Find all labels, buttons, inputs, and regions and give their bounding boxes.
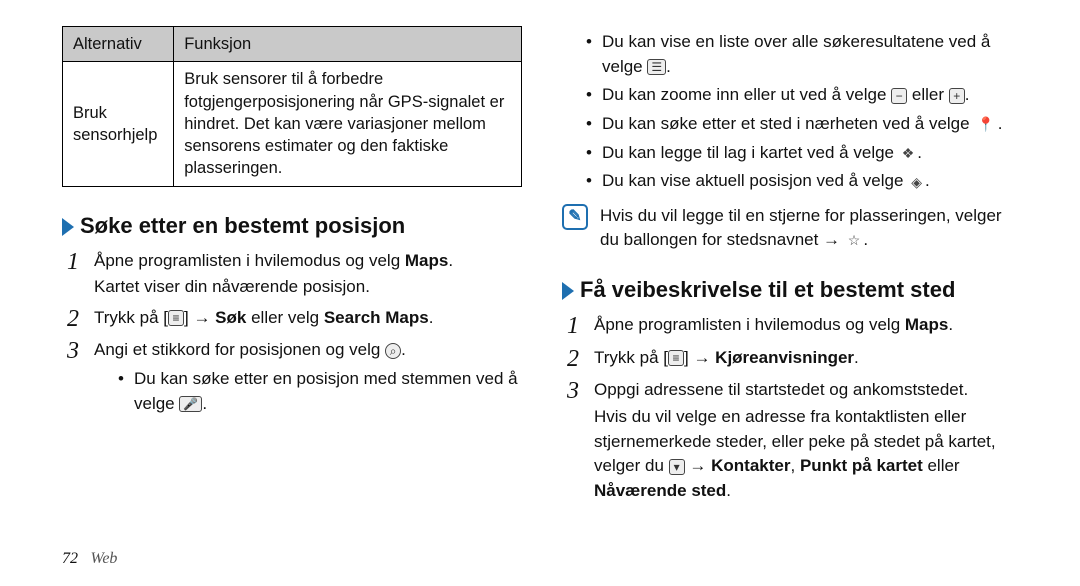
bullet-text: Du kan legge til lag i kartet ved å velg… xyxy=(602,141,1022,166)
step-number: 3 xyxy=(62,338,84,420)
chevron-icon xyxy=(562,282,574,300)
zoom-out-icon: − xyxy=(891,88,907,104)
chapter-name: Web xyxy=(90,550,117,567)
step-body: Trykk på [≡] → Kjøreanvisninger. xyxy=(594,346,1022,372)
note-box: ✎ Hvis du vil legge til en stjerne for p… xyxy=(562,204,1022,252)
section-title: Få veibeskrivelse til et bestemt sted xyxy=(580,277,955,303)
td-func: Bruk sensorer til å forbedre fotgjengerp… xyxy=(174,62,522,186)
bullet-text: Du kan søke etter en posisjon med stemme… xyxy=(134,367,522,416)
step-body: Angi et stikkord for posisjonen og velg … xyxy=(94,338,522,420)
layers-icon: ❖ xyxy=(899,146,918,160)
section-search-position: Søke etter en bestemt posisjon xyxy=(62,213,522,239)
step-body: Åpne programlisten i hvilemodus og velg … xyxy=(94,249,522,300)
td-alt: Bruk sensorhjelp xyxy=(63,62,174,186)
step-number: 3 xyxy=(562,378,584,503)
step-number: 2 xyxy=(562,346,584,372)
list-icon: ☰ xyxy=(647,59,666,75)
bullet-text: Du kan søke etter et sted i nærheten ved… xyxy=(602,112,1022,137)
bullet-dot: • xyxy=(584,112,594,137)
bullet-dot: • xyxy=(584,141,594,166)
place-icon: 📍 xyxy=(974,117,997,131)
bullet-dot: • xyxy=(584,169,594,194)
menu-icon: ≡ xyxy=(668,350,684,366)
step-number: 2 xyxy=(62,306,84,332)
th-alternativ: Alternativ xyxy=(63,27,174,62)
section-title: Søke etter en bestemt posisjon xyxy=(80,213,405,239)
options-table: Alternativ Funksjon Bruk sensorhjelp Bru… xyxy=(62,26,522,187)
dropdown-icon: ▾ xyxy=(669,459,685,475)
voice-icon: 🎤 xyxy=(179,396,202,412)
bullet-text: Du kan zoome inn eller ut ved å velge − … xyxy=(602,83,1022,108)
step-number: 1 xyxy=(562,313,584,339)
zoom-in-icon: + xyxy=(949,88,965,104)
bullet-dot: • xyxy=(584,83,594,108)
bullet-text: Du kan vise en liste over alle søkeresul… xyxy=(602,30,1022,79)
chevron-icon xyxy=(62,218,74,236)
my-location-icon: ◈ xyxy=(908,175,925,189)
bullet-text: Du kan vise aktuell posisjon ved å velge… xyxy=(602,169,1022,194)
page-footer: 72 Web xyxy=(62,550,117,568)
step-body: Åpne programlisten i hvilemodus og velg … xyxy=(594,313,1022,339)
step-number: 1 xyxy=(62,249,84,300)
step-body: Oppgi adressene til startstedet og ankom… xyxy=(594,378,1022,503)
note-icon: ✎ xyxy=(562,204,588,230)
star-icon: ☆ xyxy=(845,233,864,247)
menu-icon: ≡ xyxy=(168,310,184,326)
bullet-dot: • xyxy=(584,30,594,79)
bullet-dot: • xyxy=(116,367,126,416)
section-directions: Få veibeskrivelse til et bestemt sted xyxy=(562,277,1022,303)
step-body: Trykk på [≡] → Søk eller velg Search Map… xyxy=(94,306,522,332)
note-text: Hvis du vil legge til en stjerne for pla… xyxy=(600,204,1022,252)
search-icon: ⌕ xyxy=(385,343,401,359)
page-number: 72 xyxy=(62,550,78,567)
th-funksjon: Funksjon xyxy=(174,27,522,62)
